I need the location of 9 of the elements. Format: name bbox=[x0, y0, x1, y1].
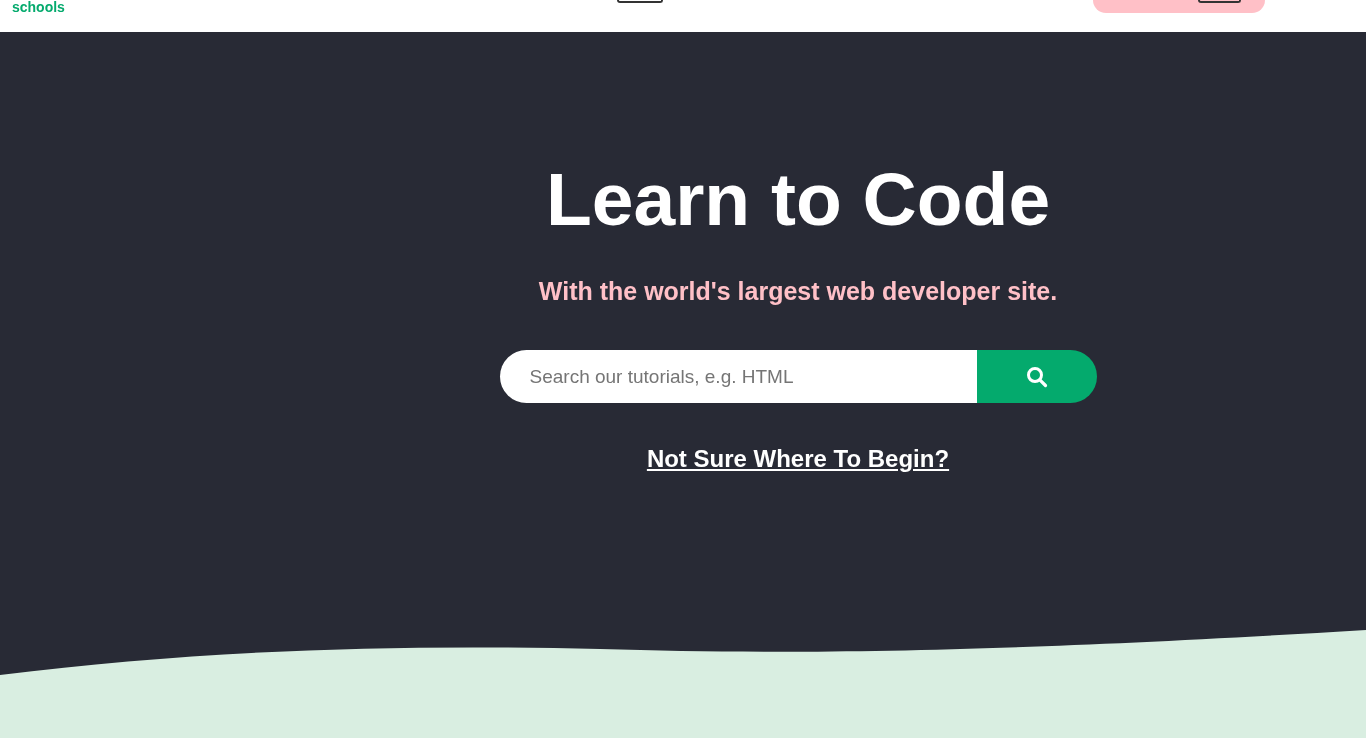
hero-subtitle: With the world's largest web developer site. bbox=[538, 279, 1058, 304]
search-field[interactable]: Search our tutorials, e.g. HTML bbox=[499, 350, 977, 403]
search-icon bbox=[1025, 365, 1048, 388]
search-button[interactable] bbox=[976, 350, 1097, 403]
rounded-frame-icon bbox=[617, 0, 663, 3]
rounded-frame-icon bbox=[1198, 0, 1241, 3]
hero-title: Learn to Code bbox=[545, 162, 1051, 237]
pill-button[interactable] bbox=[1093, 0, 1265, 13]
begin-link[interactable]: Not Sure Where To Begin? bbox=[646, 447, 950, 471]
